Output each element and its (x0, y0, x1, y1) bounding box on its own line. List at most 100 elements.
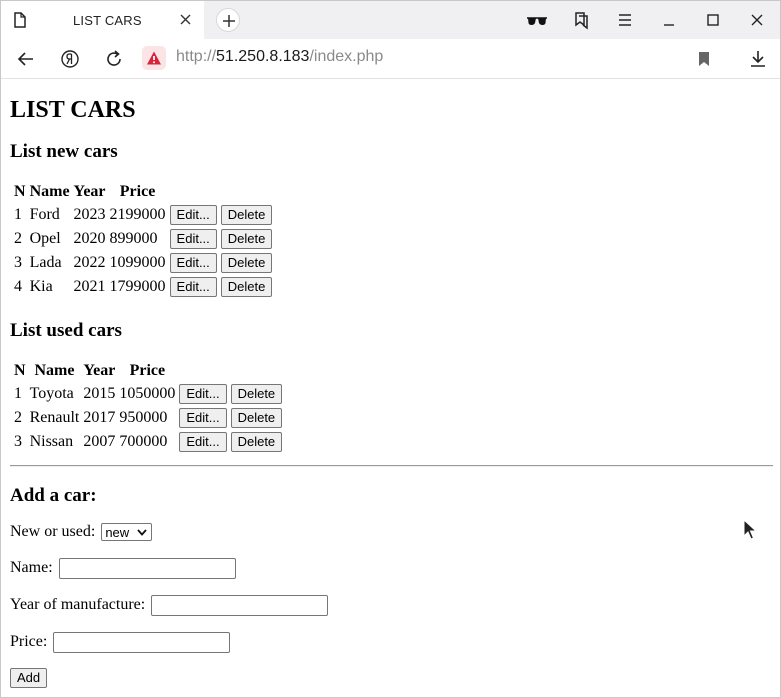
table-row: 2 Opel 2020 899000 Edit... Delete (13, 228, 273, 250)
column-header: N (14, 362, 26, 379)
table-row: 1 Toyota 2015 1050000 Edit... Delete (13, 383, 283, 405)
address-bar (1, 39, 780, 79)
delete-button[interactable]: Delete (220, 277, 273, 297)
table-row: 3 Nissan 2007 700000 Edit... Delete (13, 431, 283, 453)
yandex-logo-icon[interactable] (59, 48, 81, 70)
plus-icon (223, 15, 235, 27)
cell-year: 2023 (73, 206, 106, 223)
new-cars-table: N Name Year Price 1 Ford 2023 2199000 Edit... De… (11, 180, 275, 300)
column-header: Year (73, 183, 106, 200)
insecure-connection-badge[interactable] (142, 46, 166, 70)
delete-button[interactable]: Delete (230, 432, 283, 452)
column-header: Price (129, 362, 166, 379)
column-header: Price (119, 183, 156, 200)
table-header-row: N Name Year Price (13, 182, 273, 202)
cell-name: Opel (29, 230, 61, 247)
download-icon[interactable] (747, 48, 769, 70)
cell-price: 899000 (109, 230, 158, 247)
cell-price: 1050000 (119, 385, 176, 402)
edit-button[interactable]: Edit... (179, 384, 227, 404)
cell-actions: Edit... Delete (169, 276, 274, 298)
url-scheme: http:// (176, 48, 217, 65)
cell-year: 2021 (73, 278, 106, 295)
bookmark-icon[interactable] (693, 48, 715, 70)
year-label: Year of manufacture: (10, 596, 146, 614)
delete-button[interactable]: Delete (230, 384, 283, 404)
cell-name: Nissan (29, 433, 74, 450)
tab-title: LIST CARS (73, 13, 142, 28)
cell-actions: Edit... Delete (178, 407, 283, 429)
column-header-actions (178, 361, 283, 381)
menu-icon[interactable] (615, 10, 635, 30)
column-header: N (14, 183, 26, 200)
cell-number: 1 (14, 206, 22, 223)
section-divider (10, 465, 773, 467)
car-type-label: New or used: (10, 523, 96, 540)
collections-icon[interactable] (571, 10, 591, 30)
cell-actions: Edit... Delete (169, 204, 274, 226)
minimize-icon[interactable] (659, 10, 679, 30)
mouse-cursor-icon (743, 519, 757, 540)
close-tab-icon[interactable] (179, 13, 192, 26)
close-window-icon[interactable] (747, 10, 767, 30)
table-row: 1 Ford 2023 2199000 Edit... Delete (13, 204, 273, 226)
cell-number: 4 (14, 278, 22, 295)
cell-year: 2007 (83, 433, 116, 450)
cell-actions: Edit... Delete (178, 431, 283, 453)
cell-year: 2017 (83, 409, 116, 426)
warning-triangle-icon (147, 51, 161, 65)
edit-button[interactable]: Edit... (179, 432, 227, 452)
new-cars-heading: List new cars (10, 141, 118, 162)
used-cars-table: N Name Year Price 1 Toyota 2015 1050000 Edit...… (11, 359, 285, 455)
chevron-down-icon (137, 529, 147, 537)
cell-name: Lada (29, 254, 62, 271)
cell-year: 2022 (73, 254, 106, 271)
name-input[interactable] (58, 558, 236, 579)
maximize-icon[interactable] (703, 10, 723, 30)
incognito-glasses-icon[interactable] (525, 10, 549, 30)
page-title: LIST CARS (10, 97, 136, 123)
column-header: Name (29, 183, 70, 200)
edit-button[interactable]: Edit... (179, 408, 227, 428)
delete-button[interactable]: Delete (220, 253, 273, 273)
document-icon (14, 12, 26, 28)
car-type-value: new (105, 525, 130, 541)
cell-actions: Edit... Delete (178, 383, 283, 405)
car-type-select[interactable]: new (101, 523, 153, 542)
delete-button[interactable]: Delete (220, 205, 273, 225)
url-host: 51.250.8.183 (216, 48, 310, 65)
back-arrow-icon[interactable] (15, 48, 37, 70)
year-input[interactable] (151, 595, 329, 616)
edit-button[interactable]: Edit... (169, 253, 217, 273)
edit-button[interactable]: Edit... (169, 229, 217, 249)
used-cars-heading: List used cars (10, 320, 122, 341)
tab-list-cars[interactable]: LIST CARS (1, 1, 204, 39)
cell-price: 950000 (119, 409, 168, 426)
year-row: Year of manufacture: (10, 595, 329, 616)
edit-button[interactable]: Edit... (169, 205, 217, 225)
add-button[interactable]: Add (10, 668, 48, 688)
cell-price: 2199000 (109, 206, 166, 223)
delete-button[interactable]: Delete (220, 229, 273, 249)
delete-button[interactable]: Delete (230, 408, 283, 428)
cell-year: 2015 (83, 385, 116, 402)
car-type-row: New or used: new (10, 523, 153, 542)
reload-icon[interactable] (103, 48, 125, 70)
new-tab-button[interactable] (216, 8, 240, 32)
cell-year: 2020 (73, 230, 106, 247)
cell-name: Ford (29, 206, 60, 223)
cell-number: 2 (14, 409, 22, 426)
edit-button[interactable]: Edit... (169, 277, 217, 297)
tab-bar: LIST CARS (1, 1, 780, 39)
cell-name: Toyota (29, 385, 74, 402)
browser-window: LIST CARS http://51.250.8.183/index.php … (0, 0, 781, 698)
url-field[interactable]: http://51.250.8.183/index.php (176, 48, 383, 66)
submit-row: Add (10, 668, 48, 688)
name-row: Name: (10, 558, 236, 579)
cell-number: 1 (14, 385, 22, 402)
table-row: 4 Kia 2021 1799000 Edit... Delete (13, 276, 273, 298)
table-header-row: N Name Year Price (13, 361, 283, 381)
cell-name: Kia (29, 278, 53, 295)
table-row: 3 Lada 2022 1099000 Edit... Delete (13, 252, 273, 274)
price-input[interactable] (53, 632, 231, 653)
